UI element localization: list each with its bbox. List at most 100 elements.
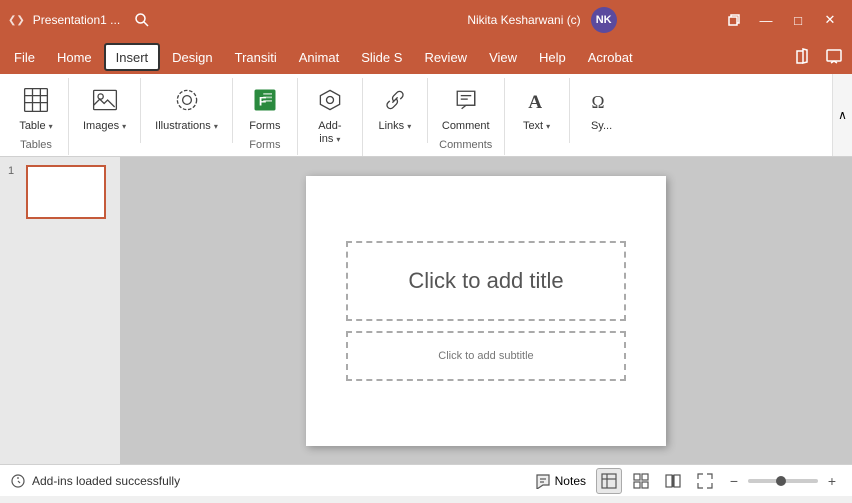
minimize-button[interactable]: — bbox=[752, 6, 780, 34]
slide-title-text: Click to add title bbox=[408, 268, 563, 294]
ribbon-images-button[interactable]: Images ▾ bbox=[77, 78, 132, 137]
symbols-icon: Ω bbox=[584, 82, 620, 118]
status-center: Notes bbox=[535, 473, 586, 489]
status-bar: Add-ins loaded successfully Notes bbox=[0, 464, 852, 496]
status-message: Add-ins loaded successfully bbox=[32, 474, 180, 488]
ribbon-symbols-button[interactable]: Ω Sy... bbox=[578, 78, 626, 137]
comment-icon bbox=[448, 82, 484, 118]
text-icon: A bbox=[519, 82, 555, 118]
menu-home[interactable]: Home bbox=[47, 43, 102, 71]
menu-review[interactable]: Review bbox=[414, 43, 477, 71]
title-bar: ❮❯ Presentation1 ... Nikita Kesharwani (… bbox=[0, 0, 852, 40]
ribbon: Table ▾ Tables Images ▾ bbox=[0, 74, 852, 157]
table-icon bbox=[18, 82, 54, 118]
menu-view[interactable]: View bbox=[479, 43, 527, 71]
ribbon-group-illustrations: Illustrations ▾ bbox=[141, 78, 233, 143]
ribbon-group-addins: Add-ins ▾ bbox=[298, 78, 363, 156]
menu-design[interactable]: Design bbox=[162, 43, 222, 71]
menu-acrobat[interactable]: Acrobat bbox=[578, 43, 643, 71]
zoom-minus-button[interactable]: − bbox=[724, 473, 744, 489]
menu-bar-right bbox=[788, 43, 848, 71]
view-fit-icon bbox=[697, 473, 713, 489]
tables-group-label: Tables bbox=[20, 139, 52, 153]
view-grid-button[interactable] bbox=[628, 468, 654, 494]
menu-slideshow[interactable]: Slide S bbox=[351, 43, 412, 71]
comment-label: Comment bbox=[442, 120, 490, 133]
images-label: Images ▾ bbox=[83, 120, 126, 133]
forms-icon: F bbox=[247, 82, 283, 118]
zoom-control: − + bbox=[724, 473, 842, 489]
search-button[interactable] bbox=[128, 6, 156, 34]
slide-number: 1 bbox=[8, 165, 22, 177]
view-grid-icon bbox=[633, 473, 649, 489]
view-normal-button[interactable] bbox=[596, 468, 622, 494]
zoom-slider[interactable] bbox=[748, 479, 818, 483]
illustrations-label: Illustrations ▾ bbox=[155, 120, 218, 133]
addins-icon bbox=[312, 82, 348, 118]
ribbon-table-button[interactable]: Table ▾ bbox=[12, 78, 60, 137]
slide-subtitle-placeholder[interactable]: Click to add subtitle bbox=[346, 331, 626, 381]
links-icon bbox=[377, 82, 413, 118]
title-bar-right: — □ ✕ bbox=[720, 6, 844, 34]
menu-help[interactable]: Help bbox=[529, 43, 576, 71]
menu-bar: File Home Insert Design Transiti Animat … bbox=[0, 40, 852, 74]
zoom-slider-thumb bbox=[776, 476, 786, 486]
ribbon-group-comments: Comment Comments bbox=[428, 78, 505, 155]
view-reading-icon bbox=[665, 473, 681, 489]
forms-label: Forms bbox=[249, 120, 280, 133]
username: Nikita Kesharwani (c) bbox=[467, 13, 580, 27]
ribbon-group-images: Images ▾ bbox=[69, 78, 141, 143]
avatar[interactable]: NK bbox=[591, 7, 617, 33]
ribbon-forms-button[interactable]: F Forms bbox=[241, 78, 289, 137]
svg-text:A: A bbox=[528, 92, 542, 113]
slide-thumbnail-1[interactable]: 1 bbox=[8, 165, 112, 219]
comments-icon[interactable] bbox=[820, 43, 848, 71]
ribbon-group-symbols: Ω Sy... bbox=[570, 78, 634, 143]
ribbon-group-tables: Table ▾ Tables bbox=[4, 78, 69, 155]
ribbon-group-links: Links ▾ bbox=[363, 78, 428, 143]
zoom-plus-button[interactable]: + bbox=[822, 473, 842, 489]
menu-transitions[interactable]: Transiti bbox=[225, 43, 287, 71]
ribbon-text-button[interactable]: A Text ▾ bbox=[513, 78, 561, 137]
ribbon-illustrations-button[interactable]: Illustrations ▾ bbox=[149, 78, 224, 137]
maximize-button[interactable]: □ bbox=[784, 6, 812, 34]
comments-group-label: Comments bbox=[439, 139, 492, 153]
slide-subtitle-text: Click to add subtitle bbox=[438, 350, 533, 362]
slide-mini-preview[interactable] bbox=[26, 165, 106, 219]
view-normal-icon bbox=[601, 473, 617, 489]
symbols-label: Sy... bbox=[591, 120, 612, 133]
status-left: Add-ins loaded successfully bbox=[10, 473, 525, 489]
svg-text:Ω: Ω bbox=[591, 92, 604, 112]
text-label: Text ▾ bbox=[523, 120, 550, 133]
ribbon-addins-button[interactable]: Add-ins ▾ bbox=[306, 78, 354, 150]
title-bar-center: Nikita Kesharwani (c) NK bbox=[364, 7, 720, 33]
notes-icon bbox=[535, 473, 551, 489]
ribbon-collapse-button[interactable]: ∧ bbox=[832, 74, 852, 156]
ribbon-group-text: A Text ▾ bbox=[505, 78, 570, 143]
status-right: − + bbox=[596, 468, 842, 494]
canvas-area: Click to add title Click to add subtitle bbox=[120, 157, 852, 464]
slide-panel: 1 bbox=[0, 157, 120, 464]
main-area: 1 Click to add title Click to add subtit… bbox=[0, 157, 852, 464]
ribbon-links-button[interactable]: Links ▾ bbox=[371, 78, 419, 137]
share-icon[interactable] bbox=[788, 43, 816, 71]
app-filename: Presentation1 ... bbox=[33, 13, 120, 27]
slide-canvas: Click to add title Click to add subtitle bbox=[306, 176, 666, 446]
illustrations-icon bbox=[169, 82, 205, 118]
menu-file[interactable]: File bbox=[4, 43, 45, 71]
notes-button[interactable]: Notes bbox=[535, 473, 586, 489]
view-reading-button[interactable] bbox=[660, 468, 686, 494]
ribbon-comment-button[interactable]: Comment bbox=[436, 78, 496, 137]
slide-title-placeholder[interactable]: Click to add title bbox=[346, 241, 626, 321]
menu-animations[interactable]: Animat bbox=[289, 43, 349, 71]
expand-arrows[interactable]: ❮❯ bbox=[8, 15, 25, 26]
menu-insert[interactable]: Insert bbox=[104, 43, 161, 71]
table-label: Table ▾ bbox=[19, 120, 52, 133]
avatar-initials: NK bbox=[596, 14, 612, 26]
view-fit-button[interactable] bbox=[692, 468, 718, 494]
ribbon-group-forms: F Forms Forms bbox=[233, 78, 298, 155]
restore-button[interactable] bbox=[720, 6, 748, 34]
close-button[interactable]: ✕ bbox=[816, 6, 844, 34]
images-icon bbox=[87, 82, 123, 118]
notes-label: Notes bbox=[555, 474, 586, 488]
